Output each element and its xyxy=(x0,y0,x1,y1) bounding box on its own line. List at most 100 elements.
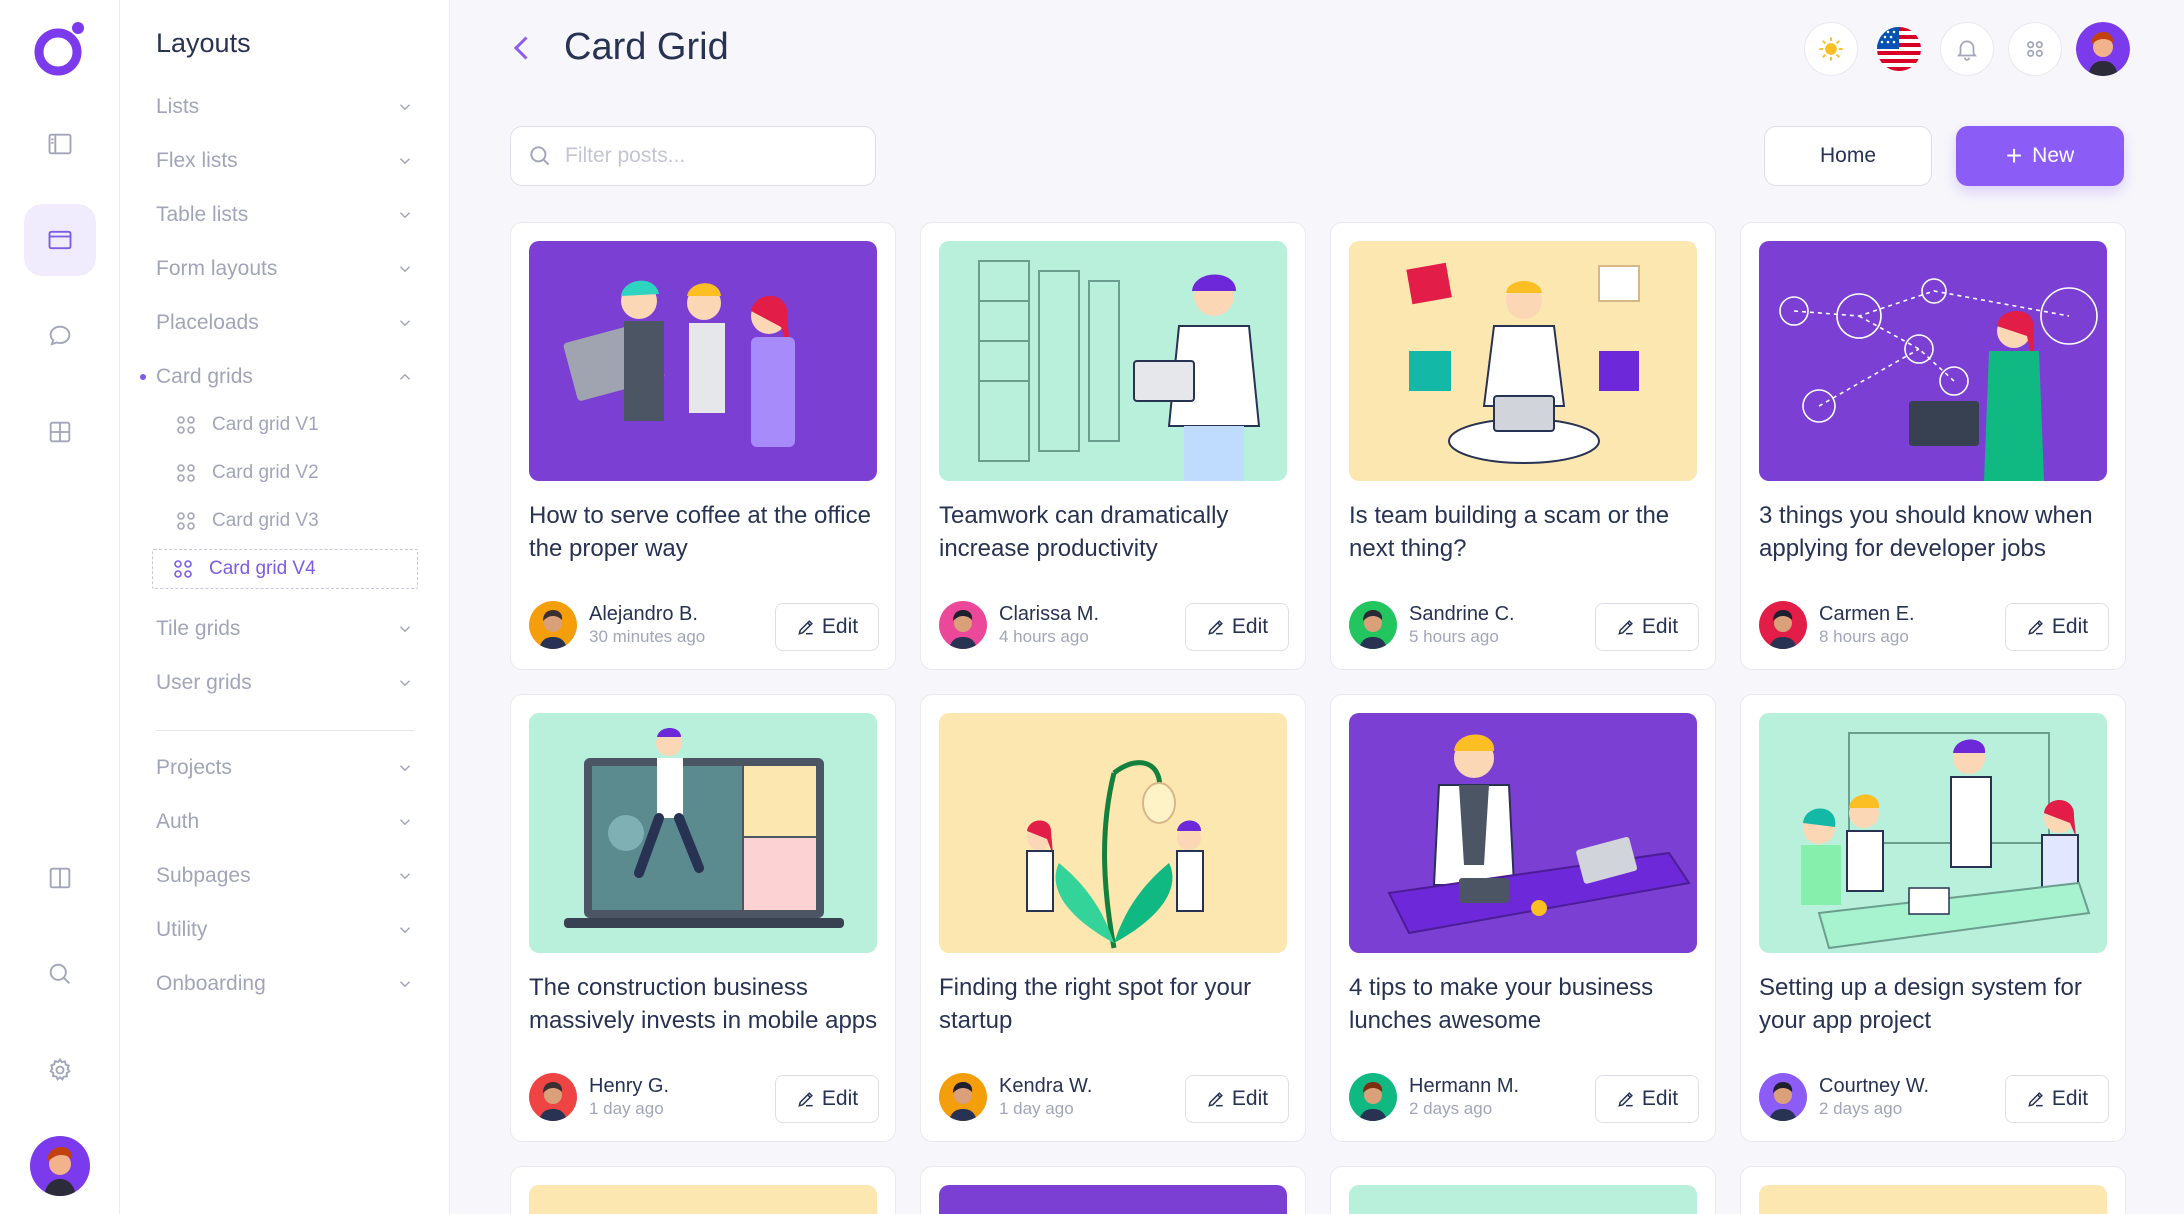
chevron-up-icon xyxy=(399,373,411,380)
search-button[interactable] xyxy=(24,938,96,1010)
filter-search-box[interactable] xyxy=(510,126,876,186)
post-card[interactable]: Finding the right spot for your startup … xyxy=(920,694,1306,1142)
sidebar-item-tile-grids[interactable]: Tile grids xyxy=(156,609,414,649)
sidebar-item-label: Tile grids xyxy=(156,617,241,640)
apps-button[interactable] xyxy=(2008,22,2062,76)
sidebar-item-utility[interactable]: Utility xyxy=(156,910,414,950)
chevron-down-icon xyxy=(399,873,411,880)
post-author: Henry G. 1 day ago xyxy=(529,1073,669,1121)
language-button[interactable] xyxy=(1872,22,1926,76)
edit-button[interactable]: Edit xyxy=(1595,603,1699,651)
post-card[interactable]: Is team building a scam or the next thin… xyxy=(1330,222,1716,670)
edit-button[interactable]: Edit xyxy=(775,603,879,651)
post-title[interactable]: 3 things you should know when applying f… xyxy=(1759,499,2111,565)
post-illustration xyxy=(1759,713,2107,953)
author-avatar[interactable] xyxy=(1759,1073,1807,1121)
post-illustration xyxy=(1349,713,1697,953)
sidebar-subitem-label: Card grid V3 xyxy=(212,510,319,531)
post-card[interactable]: Setting up a design system for your app … xyxy=(1740,694,2126,1142)
post-card[interactable]: 3 things you should know when applying f… xyxy=(1740,222,2126,670)
avatar-illustration xyxy=(2076,22,2130,76)
sidebar-item-label: Utility xyxy=(156,918,208,941)
post-time: 4 hours ago xyxy=(999,627,1089,646)
post-card[interactable]: Teamwork can dramatically increase produ… xyxy=(920,222,1306,670)
edit-button[interactable]: Edit xyxy=(1185,1075,1289,1123)
post-title[interactable]: How to serve coffee at the office the pr… xyxy=(529,499,881,565)
author-avatar[interactable] xyxy=(529,601,577,649)
sidebar-item-flex-lists[interactable]: Flex lists xyxy=(156,141,414,181)
chat-button[interactable] xyxy=(24,300,96,372)
home-button[interactable]: Home xyxy=(1764,126,1932,186)
sidebar-layout-button[interactable] xyxy=(24,108,96,180)
columns-button[interactable] xyxy=(24,842,96,914)
sidebar-item-lists[interactable]: Lists xyxy=(156,87,414,127)
post-title[interactable]: Teamwork can dramatically increase produ… xyxy=(939,499,1291,565)
sidebar-item-form-layouts[interactable]: Form layouts xyxy=(156,249,414,289)
settings-button[interactable] xyxy=(24,1034,96,1106)
new-button[interactable]: + New xyxy=(1956,126,2124,186)
notifications-button[interactable] xyxy=(1940,22,1994,76)
post-card-partial[interactable] xyxy=(1740,1166,2126,1214)
sidebar-item-projects[interactable]: Projects xyxy=(156,748,414,788)
sidebar-subitem-card-grid-v2[interactable]: Card grid V2 xyxy=(156,453,422,493)
post-card[interactable]: How to serve coffee at the office the pr… xyxy=(510,222,896,670)
sidebar-item-card-grids[interactable]: Card grids xyxy=(140,357,414,397)
chevron-down-icon xyxy=(399,819,411,826)
profile-avatar[interactable] xyxy=(2076,22,2130,76)
chevron-down-icon xyxy=(399,680,411,687)
edit-button-label: Edit xyxy=(1231,615,1269,638)
edit-button[interactable]: Edit xyxy=(1595,1075,1699,1123)
sidebar-item-placeloads[interactable]: Placeloads xyxy=(156,303,414,343)
author-avatar[interactable] xyxy=(1349,1073,1397,1121)
sidebar-item-label: Card grids xyxy=(156,365,253,388)
sidebar-item-subpages[interactable]: Subpages xyxy=(156,856,414,896)
edit-button[interactable]: Edit xyxy=(1185,603,1289,651)
sidebar-subitem-card-grid-v1[interactable]: Card grid V1 xyxy=(156,405,422,445)
post-card-partial[interactable] xyxy=(510,1166,896,1214)
sidebar-item-label: Placeloads xyxy=(156,311,259,334)
author-avatar[interactable] xyxy=(939,601,987,649)
post-time: 1 day ago xyxy=(589,1099,664,1118)
post-illustration xyxy=(529,713,877,953)
edit-button-label: Edit xyxy=(2051,615,2089,638)
avatar-illustration xyxy=(939,601,987,649)
post-time: 1 day ago xyxy=(999,1099,1074,1118)
grid-button[interactable] xyxy=(24,396,96,468)
post-illustration xyxy=(529,1185,877,1214)
author-avatar[interactable] xyxy=(529,1073,577,1121)
sidebar-subitem-card-grid-v4[interactable]: Card grid V4 xyxy=(152,549,418,589)
edit-button[interactable]: Edit xyxy=(2005,603,2109,651)
pencil-icon xyxy=(1208,1092,1223,1107)
post-illustration xyxy=(939,1185,1287,1214)
edit-button[interactable]: Edit xyxy=(775,1075,879,1123)
post-title[interactable]: 4 tips to make your business lunches awe… xyxy=(1349,971,1701,1037)
post-title[interactable]: The construction business massively inve… xyxy=(529,971,881,1037)
theme-toggle-button[interactable] xyxy=(1804,22,1858,76)
author-avatar[interactable] xyxy=(939,1073,987,1121)
filter-input[interactable] xyxy=(565,144,855,168)
user-avatar[interactable] xyxy=(30,1136,90,1196)
sidebar-item-auth[interactable]: Auth xyxy=(156,802,414,842)
post-title[interactable]: Finding the right spot for your startup xyxy=(939,971,1291,1037)
sidebar-item-table-lists[interactable]: Table lists xyxy=(156,195,414,235)
author-avatar[interactable] xyxy=(1349,601,1397,649)
post-author: Carmen E. 8 hours ago xyxy=(1759,601,1915,649)
sidebar-item-onboarding[interactable]: Onboarding xyxy=(156,964,414,1004)
logo-icon[interactable] xyxy=(30,18,90,78)
window-button[interactable] xyxy=(24,204,96,276)
post-title[interactable]: Setting up a design system for your app … xyxy=(1759,971,2111,1037)
avatar-illustration xyxy=(1759,601,1807,649)
author-name: Carmen E. xyxy=(1819,603,1915,625)
author-avatar[interactable] xyxy=(1759,601,1807,649)
post-card[interactable]: 4 tips to make your business lunches awe… xyxy=(1330,694,1716,1142)
avatar-illustration xyxy=(1759,1073,1807,1121)
post-title[interactable]: Is team building a scam or the next thin… xyxy=(1349,499,1701,565)
post-illustration xyxy=(529,241,877,481)
sidebar-subitem-card-grid-v3[interactable]: Card grid V3 xyxy=(156,501,422,541)
post-card-partial[interactable] xyxy=(1330,1166,1716,1214)
back-arrow-icon[interactable] xyxy=(504,30,540,66)
edit-button[interactable]: Edit xyxy=(2005,1075,2109,1123)
sidebar-item-user-grids[interactable]: User grids xyxy=(156,663,414,703)
post-card[interactable]: The construction business massively inve… xyxy=(510,694,896,1142)
post-card-partial[interactable] xyxy=(920,1166,1306,1214)
